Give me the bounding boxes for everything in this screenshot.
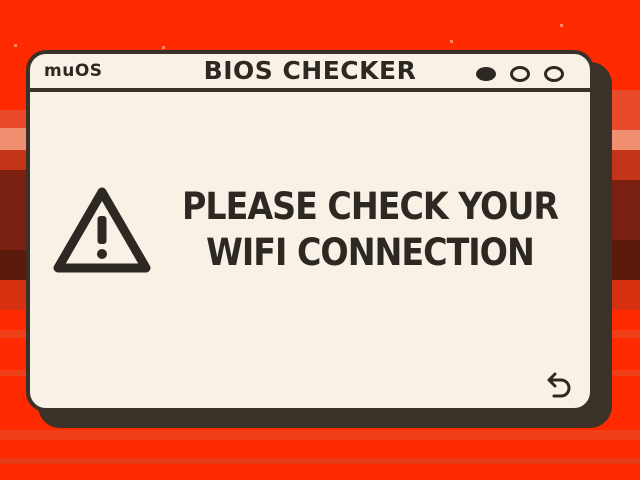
dialog-window: muOS BIOS CHECKER PLEASE CHECK YOUR WIFI… — [26, 50, 594, 412]
restore-button[interactable] — [510, 66, 530, 82]
message-line-2: WIFI CONNECTION — [206, 231, 535, 274]
close-button[interactable] — [544, 66, 564, 82]
title-bar: muOS BIOS CHECKER — [30, 54, 590, 92]
warning-triangle-icon — [53, 187, 151, 273]
window-controls — [476, 66, 564, 82]
minimize-button[interactable] — [476, 67, 496, 81]
status-message: PLEASE CHECK YOUR WIFI CONNECTION — [170, 184, 570, 276]
back-arrow-icon[interactable] — [544, 372, 574, 398]
message-line-1: PLEASE CHECK YOUR — [182, 185, 559, 228]
